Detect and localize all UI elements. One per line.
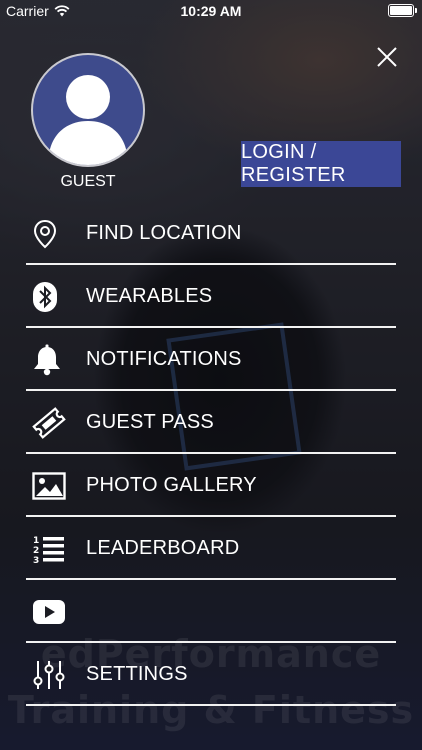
- bluetooth-icon: [26, 279, 74, 315]
- photo-icon: [26, 468, 74, 504]
- sliders-icon: [26, 657, 74, 693]
- close-icon[interactable]: [374, 44, 400, 70]
- svg-text:3: 3: [33, 556, 39, 565]
- side-menu: FIND LOCATION WEARABLES NOTIFICATIONS GU…: [26, 204, 396, 708]
- menu-item-label: PHOTO GALLERY: [86, 474, 257, 496]
- menu-item-label: FIND LOCATION: [86, 222, 242, 244]
- menu-item-youtube[interactable]: [26, 582, 396, 643]
- svg-text:2: 2: [33, 546, 39, 556]
- menu-item-wearables[interactable]: WEARABLES: [26, 267, 396, 328]
- clock: 10:29 AM: [180, 3, 242, 19]
- menu-item-label: LEADERBOARD: [86, 537, 240, 559]
- menu-item-label: WEARABLES: [86, 285, 213, 307]
- menu-item-label: NOTIFICATIONS: [86, 348, 242, 370]
- numbered-list-icon: 1 2 3: [26, 531, 74, 567]
- menu-item-label: GUEST PASS: [86, 411, 214, 433]
- menu-item-photo-gallery[interactable]: PHOTO GALLERY: [26, 456, 396, 517]
- avatar[interactable]: [31, 53, 145, 167]
- menu-item-notifications[interactable]: NOTIFICATIONS: [26, 330, 396, 391]
- profile-name: GUEST: [60, 173, 116, 190]
- menu-item-label: SETTINGS: [86, 663, 188, 685]
- svg-text:1: 1: [33, 536, 39, 546]
- menu-item-settings[interactable]: SETTINGS: [26, 645, 396, 706]
- bell-icon: [26, 342, 74, 378]
- login-register-button[interactable]: LOGIN / REGISTER: [241, 141, 401, 187]
- battery-icon: [388, 4, 417, 17]
- menu-item-guest-pass[interactable]: GUEST PASS: [26, 393, 396, 454]
- user-avatar-icon: [48, 75, 128, 165]
- ticket-icon: [26, 405, 74, 441]
- status-bar: Carrier 10:29 AM: [0, 0, 422, 22]
- menu-item-find-location[interactable]: FIND LOCATION: [26, 204, 396, 265]
- location-pin-icon: [26, 216, 74, 252]
- youtube-icon: [26, 594, 74, 630]
- menu-item-leaderboard[interactable]: 1 2 3 LEADERBOARD: [26, 519, 396, 580]
